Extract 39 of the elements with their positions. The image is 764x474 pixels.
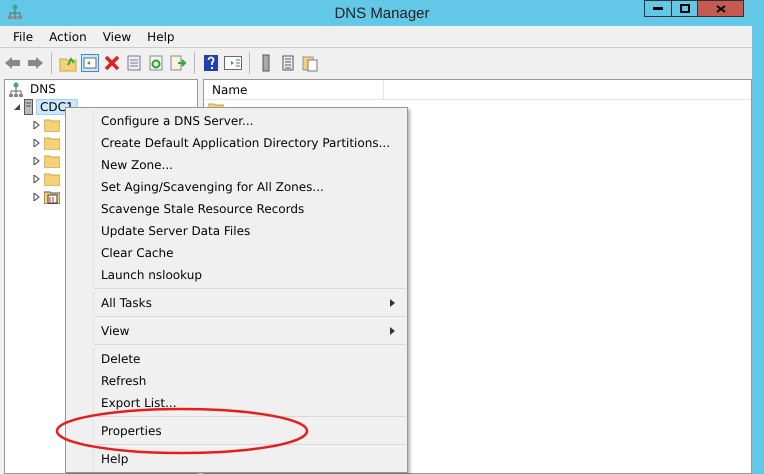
expand-icon[interactable] <box>33 139 41 147</box>
forward-icon[interactable] <box>26 54 44 72</box>
folder-icon <box>44 154 60 168</box>
minimize-icon <box>653 6 663 10</box>
collapse-icon[interactable] <box>13 103 21 111</box>
menu-item[interactable]: Action <box>42 30 94 44</box>
expand-icon[interactable] <box>33 175 41 183</box>
menu-item[interactable]: View <box>96 30 138 44</box>
submenu-arrow-icon <box>390 327 395 335</box>
export-icon[interactable] <box>169 54 187 72</box>
back-icon[interactable] <box>4 54 22 72</box>
clipboard-icon[interactable] <box>301 54 319 72</box>
window-title: DNS Manager <box>334 4 430 22</box>
folder-icon <box>44 118 60 132</box>
delete-icon[interactable] <box>103 54 121 72</box>
expand-icon[interactable] <box>33 121 41 129</box>
tree-item[interactable]: DNS <box>26 81 60 97</box>
server-icon <box>24 99 33 115</box>
menu-item[interactable]: File <box>6 30 40 44</box>
minimize-button[interactable] <box>644 0 672 17</box>
close-button[interactable] <box>698 0 744 17</box>
close-icon <box>716 4 726 12</box>
expand-icon[interactable] <box>33 157 41 165</box>
maximize-button[interactable] <box>672 0 698 17</box>
submenu-arrow-icon <box>390 299 395 307</box>
refresh-icon[interactable] <box>147 54 165 72</box>
folder-icon <box>44 136 60 150</box>
menu-item[interactable]: Help <box>140 30 182 44</box>
network-icon <box>8 4 22 19</box>
maximize-icon <box>680 4 690 13</box>
log-icon <box>44 190 60 204</box>
help-icon[interactable] <box>202 54 220 72</box>
action-pane-icon[interactable] <box>224 54 242 72</box>
column-header[interactable]: Name <box>204 80 384 99</box>
network-icon <box>9 82 23 96</box>
properties-icon[interactable] <box>125 54 143 72</box>
expand-icon[interactable] <box>33 193 41 201</box>
folder-icon <box>44 172 60 186</box>
console-tree-icon[interactable] <box>81 54 99 72</box>
